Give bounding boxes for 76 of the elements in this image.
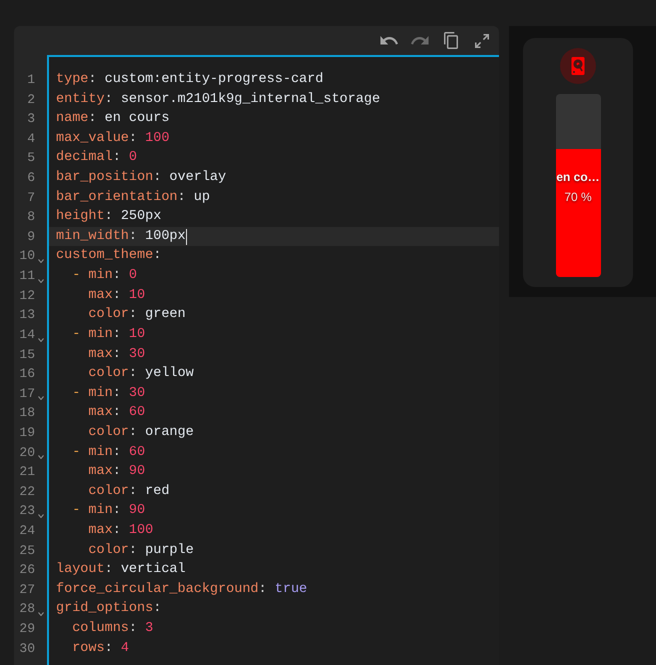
code-line: rows: 4 — [71, 640, 129, 658]
code-line: bar_orientation: up — [56, 188, 210, 207]
code-line: max: 100 — [87, 522, 154, 540]
line-number: 25 — [18, 542, 35, 560]
line-number: 29 — [18, 620, 35, 638]
text-cursor — [186, 228, 187, 245]
line-number: 15 — [18, 346, 35, 364]
code-line: custom_theme: — [56, 247, 162, 266]
line-number: 5 — [26, 149, 35, 168]
entity-name: en co… — [556, 170, 600, 184]
code-line: color: yellow — [87, 365, 194, 384]
line-number: 26 — [18, 561, 35, 580]
line-number: 4 — [26, 130, 35, 148]
chevron-down-icon[interactable] — [38, 455, 44, 460]
code-line: - min: 10 — [71, 326, 146, 344]
code-line: max: 10 — [87, 286, 146, 305]
copy-icon — [444, 32, 458, 49]
code-line: max: 90 — [87, 463, 146, 482]
code-line: color: purple — [87, 542, 194, 560]
code-line: columns: 3 — [71, 620, 154, 638]
code-line: - min: 60 — [71, 444, 146, 462]
chevron-down-icon[interactable] — [38, 259, 44, 264]
line-number: 2 — [26, 90, 35, 109]
line-number: 14 — [18, 326, 35, 344]
line-number: 10 — [18, 247, 35, 266]
chevron-down-icon[interactable] — [38, 278, 44, 283]
code-line: grid_options: — [56, 600, 162, 618]
code-line: color: green — [87, 306, 186, 324]
line-number: 7 — [26, 188, 35, 207]
line-number: 20 — [18, 444, 35, 462]
percentage-value: 70 % — [564, 190, 592, 204]
line-number: 30 — [18, 640, 35, 658]
line-number: 21 — [18, 463, 35, 482]
undo-icon — [380, 36, 398, 45]
code-line: max_value: 100 — [56, 130, 170, 148]
chevron-down-icon[interactable] — [38, 396, 44, 400]
line-number: 17 — [18, 384, 35, 403]
line-number: 8 — [26, 208, 35, 226]
code-line: entity: sensor.m2101k9g_internal_storage — [56, 90, 380, 109]
code-line: - min: 30 — [71, 384, 146, 403]
line-number: 24 — [18, 522, 35, 540]
line-number: 23 — [18, 502, 35, 520]
code-line: name: en cours — [56, 110, 170, 128]
code-line: force_circular_background: true — [56, 580, 308, 599]
code-line: color: orange — [87, 424, 194, 442]
line-number: 3 — [26, 110, 35, 128]
code-line: bar_position: overlay — [56, 169, 226, 188]
line-number: 18 — [18, 404, 35, 422]
line-number: 12 — [18, 286, 35, 305]
line-number: 11 — [18, 267, 35, 286]
code-line: min_width: 100px — [56, 228, 186, 246]
hard-disk-icon — [560, 48, 596, 84]
code-line: - min: 0 — [71, 267, 138, 286]
chevron-down-icon[interactable] — [38, 612, 44, 616]
line-number: 6 — [26, 169, 35, 188]
progress-card[interactable]: en co… 70 % — [523, 38, 633, 287]
redo-icon — [411, 36, 429, 45]
code-line: max: 60 — [87, 404, 146, 422]
line-number: 1 — [26, 71, 35, 89]
line-number: 9 — [26, 228, 35, 246]
line-number: 19 — [18, 424, 35, 442]
code-line: height: 250px — [56, 208, 162, 226]
code-line: type: custom:entity-progress-card — [56, 71, 324, 89]
code-line: max: 30 — [87, 346, 146, 364]
fullscreen-icon — [475, 34, 489, 48]
line-number: 27 — [18, 580, 35, 599]
line-number: 22 — [18, 482, 35, 501]
code-line: color: red — [87, 482, 170, 501]
code-line: layout: vertical — [56, 561, 186, 580]
line-number: 13 — [18, 306, 35, 324]
line-number: 28 — [18, 600, 35, 618]
line-number: 16 — [18, 365, 35, 384]
code-line: - min: 90 — [71, 502, 146, 520]
chevron-down-icon[interactable] — [38, 514, 44, 518]
chevron-down-icon[interactable] — [38, 338, 44, 342]
code-line: decimal: 0 — [56, 149, 138, 168]
